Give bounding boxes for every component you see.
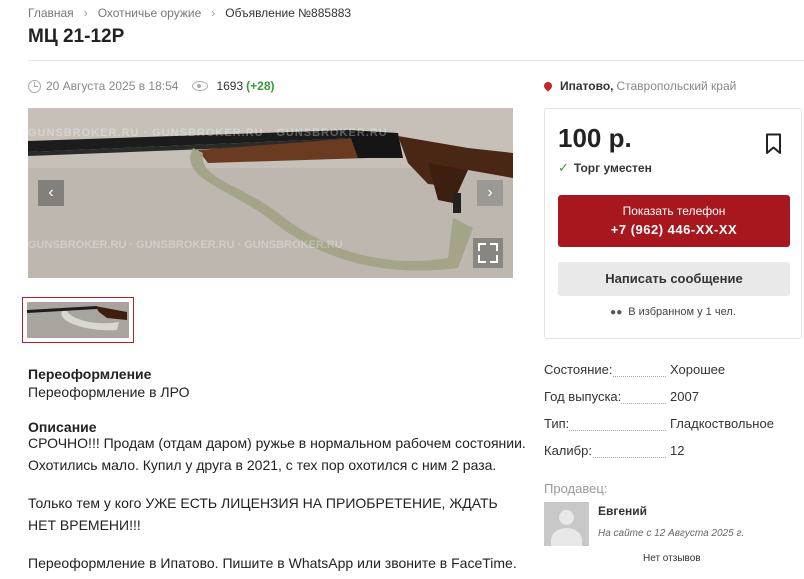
gallery-thumbnail[interactable] — [22, 297, 134, 343]
spec-key: Калибр: — [544, 443, 592, 458]
views-count: 1693 — [216, 79, 244, 93]
description-paragraph: Переоформление в Ипатово. Пишите в Whats… — [28, 555, 517, 571]
spec-row: Состояние: Хорошее — [544, 362, 802, 380]
gallery-prev-button[interactable]: ‹ — [38, 180, 64, 206]
photo-gallery[interactable]: GUNSBROKER.RU · GUNSBROKER.RU · GUNSBROK… — [28, 108, 513, 278]
reregistration-text: Переоформление в ЛРО — [28, 384, 190, 400]
spec-value: Хорошее — [670, 362, 726, 377]
price: 100 р. — [558, 123, 632, 153]
clock-icon — [28, 79, 41, 93]
spec-row: Тип: Гладкоствольное — [544, 416, 802, 434]
seller-reviews[interactable]: Нет отзывов — [643, 553, 701, 564]
spec-value: 12 — [670, 443, 685, 458]
location-pin-icon — [542, 80, 554, 92]
seller-label: Продавец: — [544, 481, 608, 496]
spec-key: Состояние: — [544, 362, 613, 377]
phone-number: +7 (962) 446-XX-XX — [610, 222, 738, 237]
description-paragraph: СРОЧНО!!! Продам (отдам даром) ружье в н… — [28, 435, 526, 473]
favorites-count: ●● В избранном у 1 чел. — [545, 306, 801, 318]
binoculars-icon: ●● — [610, 306, 623, 318]
spec-value: 2007 — [670, 389, 699, 404]
listing-meta: 20 Августа 2025 в 18:54 1693 (+28) — [28, 79, 275, 93]
breadcrumb-home[interactable]: Главная — [28, 6, 74, 20]
offer-card: 100 р. ✓ Торг уместен Показать телефон +… — [544, 108, 802, 339]
spec-key: Тип: — [544, 416, 570, 431]
breadcrumb-current: Объявление №885883 — [225, 6, 352, 20]
check-icon: ✓ — [558, 160, 569, 175]
breadcrumb-category[interactable]: Охотничье оружие — [98, 6, 202, 20]
eye-icon — [192, 81, 209, 91]
show-phone-button[interactable]: Показать телефон +7 (962) 446-XX-XX — [558, 195, 790, 247]
spec-row: Год выпуска: 2007 — [544, 389, 802, 407]
show-phone-label: Показать телефон — [622, 204, 726, 218]
shotgun-photo: GUNSBROKER.RU · GUNSBROKER.RU · GUNSBROK… — [28, 108, 513, 278]
seller-since: На сайте с 12 Августа 2025 г. — [598, 528, 745, 539]
watermark: GUNSBROKER.RU · GUNSBROKER.RU · GUNSBROK… — [28, 127, 388, 139]
favorites-label: В избранном у 1 чел. — [628, 306, 736, 318]
breadcrumb: Главная › Охотничье оружие › Объявление … — [28, 6, 351, 20]
bookmark-icon[interactable] — [765, 133, 782, 155]
location-city: Ипатово, — [560, 79, 614, 93]
bargain-label: Торг уместен — [573, 161, 652, 175]
chevron-right-icon: › — [211, 6, 216, 20]
spec-key: Год выпуска: — [544, 389, 622, 404]
fullscreen-icon[interactable] — [473, 238, 503, 268]
avatar[interactable] — [544, 502, 589, 546]
location: Ипатово, Ставропольский край — [542, 79, 737, 93]
spec-value: Гладкоствольное — [670, 416, 774, 431]
description-paragraph: Только тем у кого УЖЕ ЕСТЬ ЛИЦЕНЗИЯ НА П… — [28, 495, 498, 533]
chevron-right-icon: › — [83, 6, 88, 20]
listing-date: 20 Августа 2025 в 18:54 — [46, 79, 179, 93]
bargain-note: ✓ Торг уместен — [558, 160, 652, 176]
write-message-button[interactable]: Написать сообщение — [558, 262, 790, 296]
reregistration-heading: Переоформление — [28, 366, 152, 382]
thumbnail-image — [27, 302, 129, 338]
gallery-next-button[interactable]: › — [477, 180, 503, 206]
divider — [28, 60, 804, 61]
views-delta: (+28) — [246, 79, 275, 93]
location-region: Ставропольский край — [616, 79, 737, 93]
page-title: МЦ 21-12Р — [28, 26, 125, 47]
seller-name[interactable]: Евгений — [598, 504, 647, 518]
watermark: GUNSBROKER.RU · GUNSBROKER.RU · GUNSBROK… — [28, 239, 343, 251]
spec-row: Калибр: 12 — [544, 443, 802, 461]
